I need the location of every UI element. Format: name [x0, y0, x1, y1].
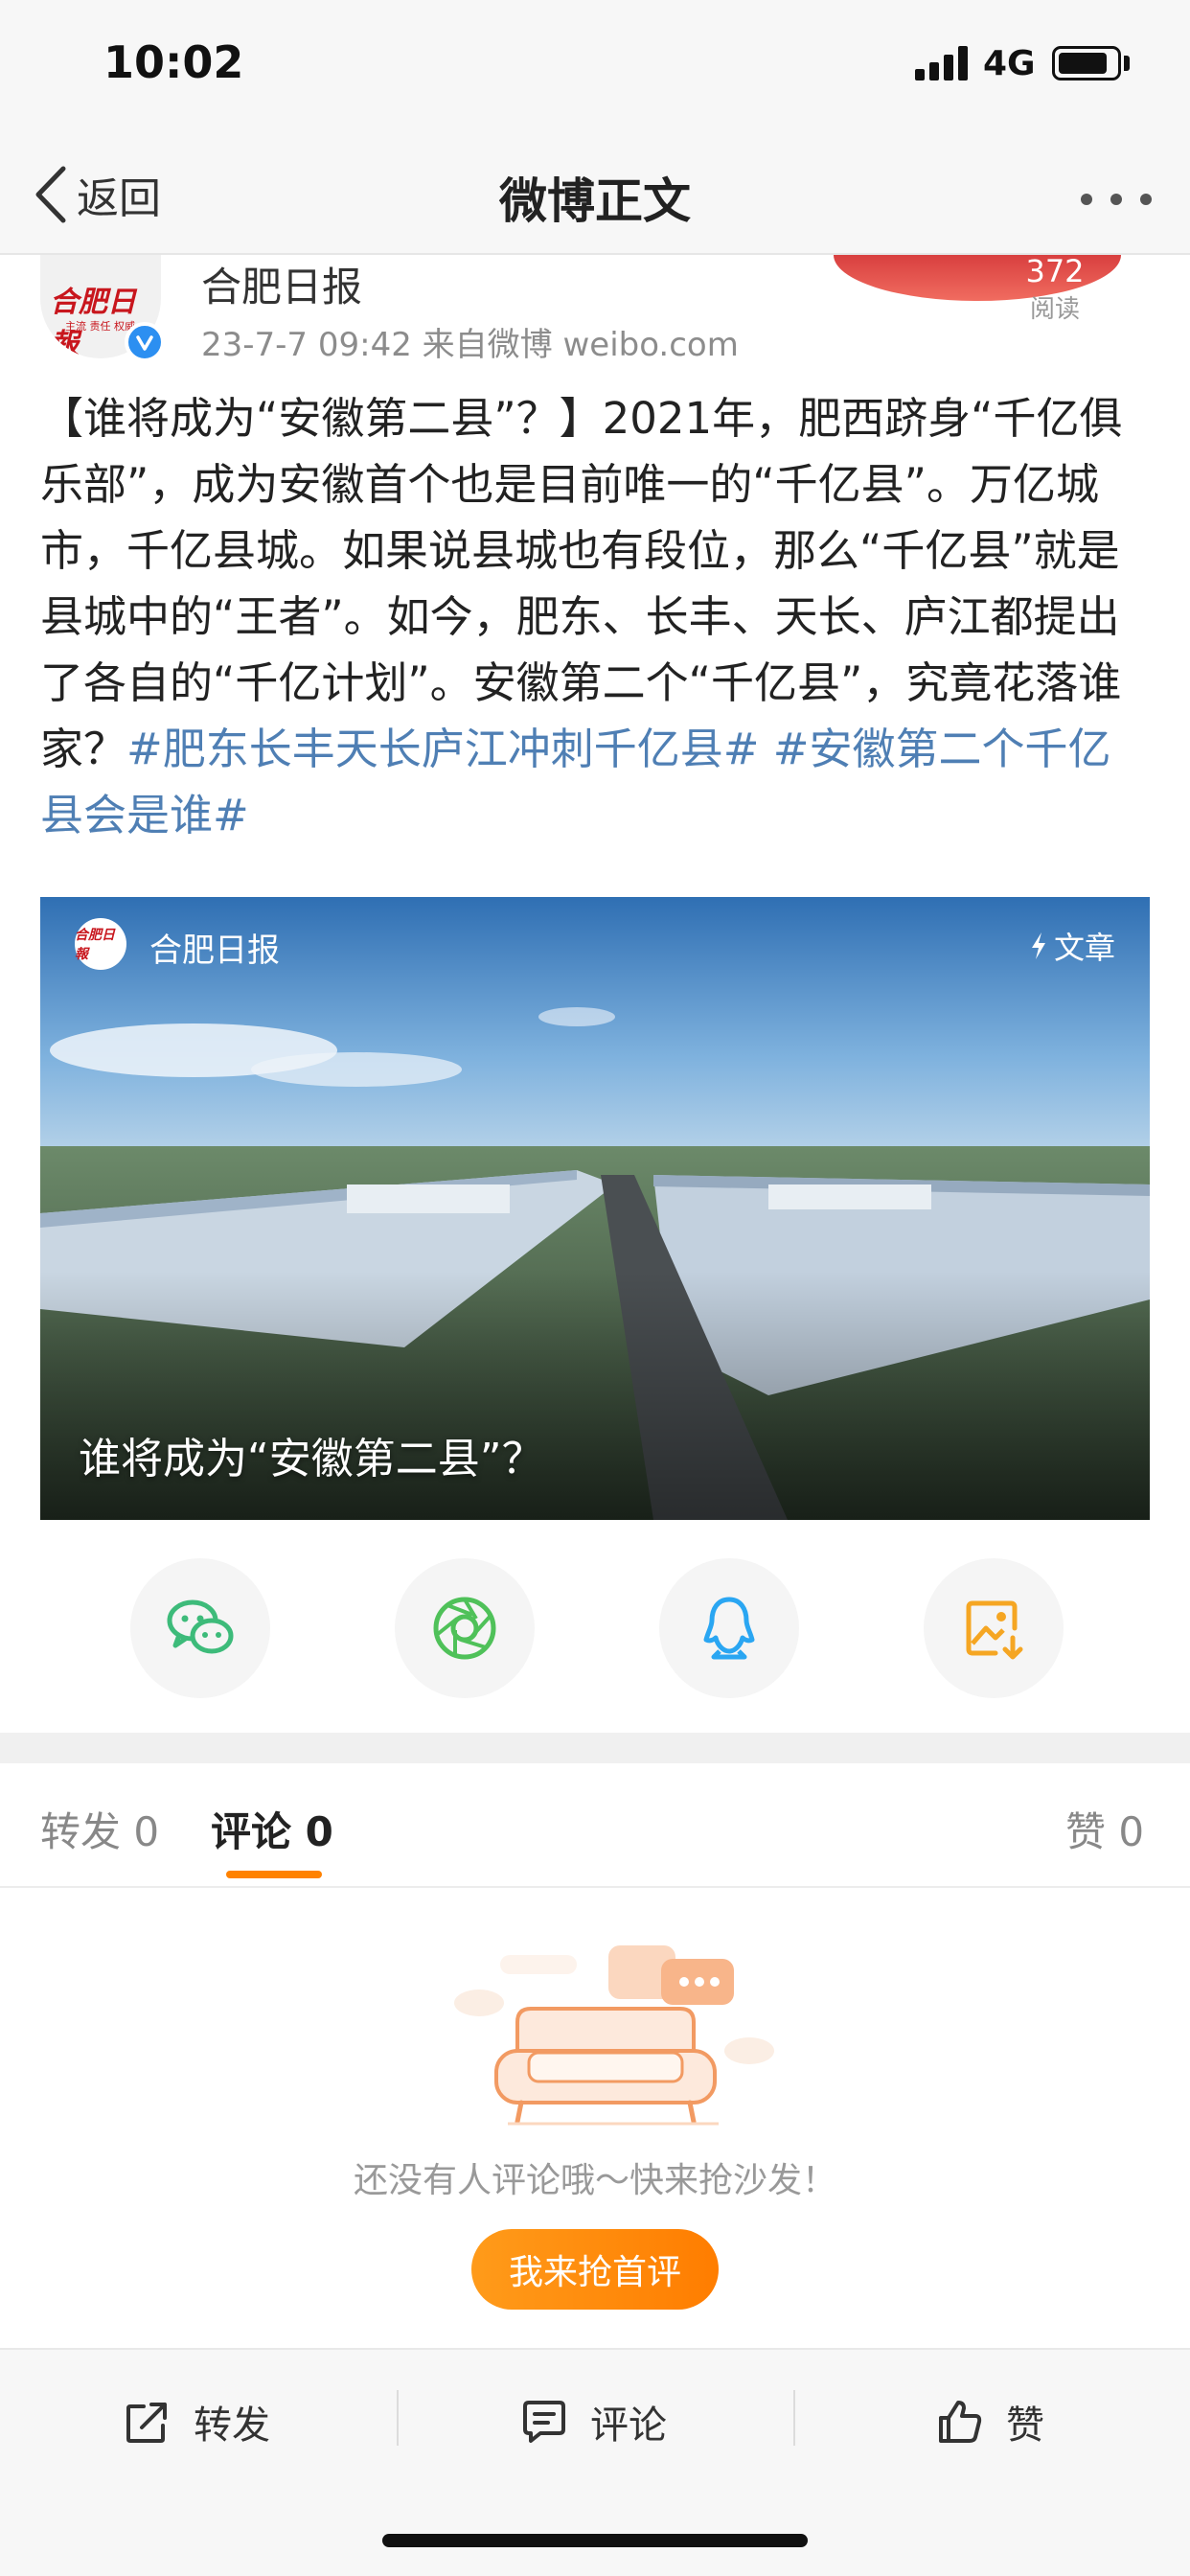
more-icon[interactable] — [1081, 188, 1152, 211]
wechat-icon — [167, 1599, 234, 1654]
like-button[interactable]: 赞 — [935, 2388, 1044, 2455]
post-meta: 23-7-7 09:42 来自微博 weibo.com — [201, 326, 739, 364]
topic-link[interactable]: #肥东长丰天长庐江冲刺千亿县# — [126, 724, 759, 774]
save-image-button[interactable] — [924, 1558, 1064, 1698]
aperture-icon — [433, 1597, 496, 1660]
moments-share-button[interactable] — [395, 1558, 535, 1698]
qq-share-button[interactable] — [659, 1558, 799, 1698]
status-time: 10:02 — [103, 36, 244, 88]
image-download-icon — [966, 1600, 1023, 1660]
interaction-tabs: 转发 0 评论 0 赞 0 — [0, 1763, 1190, 1888]
empty-state-text: 还没有人评论哦～快来抢沙发！ — [353, 2161, 836, 2200]
tab-repost[interactable]: 转发 0 — [40, 1800, 159, 1858]
post-header: 合肥日報 主流 责任 权威 合肥日报 23-7-7 09:42 来自微博 wei… — [0, 253, 1190, 372]
card-type-label: 文章 — [1054, 930, 1116, 966]
status-bar: 10:02 4G — [0, 0, 1190, 134]
author-name[interactable]: 合肥日报 — [201, 255, 362, 313]
home-indicator[interactable] — [382, 2534, 808, 2547]
action-divider — [397, 2390, 399, 2446]
post-text: 【谁将成为“安徽第二县”？】2021年，肥西跻身“千亿俱乐部”，成为安徽首个也是… — [40, 393, 1123, 774]
network-type: 4G — [983, 44, 1036, 83]
share-icon — [126, 2403, 167, 2443]
read-count-value: 372 — [1025, 253, 1085, 289]
verified-badge-icon — [125, 322, 165, 362]
read-count: 372 阅读 — [1016, 253, 1094, 325]
signal-icon — [915, 46, 969, 80]
read-count-label: 阅读 — [1029, 295, 1080, 324]
comment-icon — [523, 2401, 565, 2443]
qq-penguin-icon — [703, 1597, 755, 1660]
comment-button[interactable]: 评论 — [519, 2388, 667, 2455]
battery-nub — [1124, 56, 1130, 71]
repost-button[interactable]: 转发 — [123, 2388, 270, 2455]
card-source-name: 合肥日报 — [149, 932, 280, 970]
thumbs-up-icon — [939, 2401, 982, 2443]
share-row — [0, 1558, 1190, 1698]
article-card-title: 谁将成为“安徽第二县”？ — [79, 1435, 544, 1484]
page-title: 微博正文 — [499, 173, 691, 229]
lightning-icon — [1032, 932, 1045, 959]
post-body: 【谁将成为“安徽第二县”？】2021年，肥西跻身“千亿俱乐部”，成为安徽首个也是… — [40, 385, 1152, 848]
action-divider — [793, 2390, 795, 2446]
battery-icon — [1052, 46, 1121, 80]
nav-bar: 返回 微博正文 — [0, 134, 1190, 255]
wechat-share-button[interactable] — [130, 1558, 270, 1698]
card-type-badge: 文章 — [1029, 924, 1115, 968]
empty-sofa-illustration — [454, 1945, 774, 2126]
article-card[interactable]: 合肥日報 合肥日报 文章 谁将成为“安徽第二县”？ — [40, 897, 1150, 1520]
avatar-subtitle: 主流 责任 权威 — [65, 320, 135, 333]
card-source-logo: 合肥日報 — [75, 918, 126, 970]
section-divider — [0, 1733, 1190, 1763]
comment-label: 评论 — [590, 2404, 667, 2448]
tab-like[interactable]: 赞 0 — [1065, 1800, 1144, 1858]
repost-label: 转发 — [194, 2404, 270, 2448]
first-comment-button[interactable]: 我来抢首评 — [471, 2229, 719, 2310]
tab-comment[interactable]: 评论 0 — [211, 1800, 333, 1858]
like-label: 赞 — [1006, 2404, 1044, 2448]
active-tab-indicator — [226, 1871, 322, 1878]
